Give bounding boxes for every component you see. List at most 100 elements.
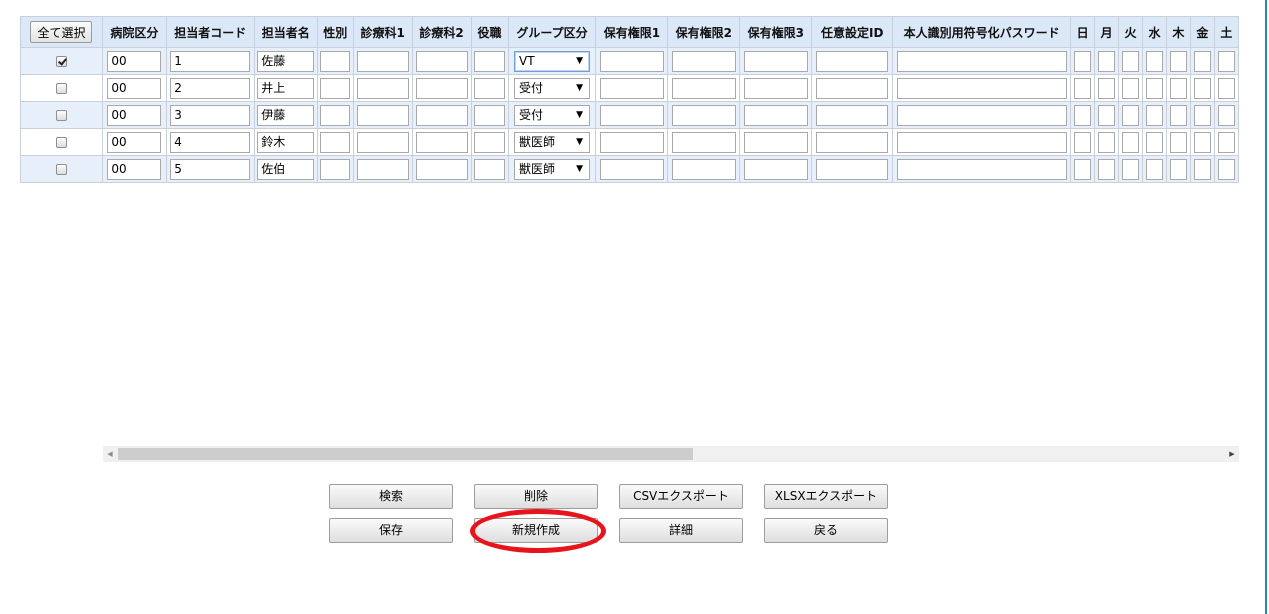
- select-all-button[interactable]: 全て選択: [30, 21, 93, 43]
- perm1-input[interactable]: [599, 50, 664, 72]
- code-input[interactable]: 2: [170, 77, 251, 99]
- perm2-input[interactable]: [671, 50, 736, 72]
- name-input[interactable]: 鈴木: [257, 131, 315, 153]
- hospital-input[interactable]: 00: [107, 50, 162, 72]
- sat-input[interactable]: [1217, 104, 1235, 126]
- position-input[interactable]: [474, 131, 506, 153]
- col-mon-header[interactable]: 月: [1094, 16, 1120, 48]
- hospital-input[interactable]: 00: [107, 104, 162, 126]
- col-tue-header[interactable]: 火: [1118, 16, 1143, 48]
- perm3-input[interactable]: [743, 131, 808, 153]
- perm3-input[interactable]: [743, 158, 808, 180]
- tue-input[interactable]: [1122, 50, 1140, 72]
- gender-input[interactable]: [320, 77, 351, 99]
- col-gender-header[interactable]: 性別: [316, 16, 354, 48]
- col-sun-header[interactable]: 日: [1070, 16, 1096, 48]
- sun-input[interactable]: [1074, 77, 1092, 99]
- name-input[interactable]: 井上: [257, 77, 315, 99]
- perm1-input[interactable]: [599, 77, 664, 99]
- sun-input[interactable]: [1074, 131, 1092, 153]
- xlsx-export-button[interactable]: XLSXエクスポート: [764, 484, 888, 509]
- dept2-input[interactable]: [415, 158, 468, 180]
- row-checkbox[interactable]: [55, 110, 67, 121]
- perm3-input[interactable]: [743, 104, 808, 126]
- col-thu-header[interactable]: 木: [1165, 16, 1191, 48]
- hospital-input[interactable]: 00: [107, 77, 162, 99]
- sun-input[interactable]: [1074, 50, 1092, 72]
- password-input[interactable]: [896, 50, 1067, 72]
- back-button[interactable]: 戻る: [764, 518, 888, 543]
- col-group-header[interactable]: グループ区分: [507, 16, 597, 48]
- row-checkbox[interactable]: [55, 56, 67, 67]
- fri-input[interactable]: [1193, 77, 1211, 99]
- col-password-header[interactable]: 本人識別用符号化パスワード: [892, 16, 1072, 48]
- sat-input[interactable]: [1217, 158, 1235, 180]
- horizontal-scrollbar[interactable]: ◀ ▶: [103, 446, 1239, 462]
- sun-input[interactable]: [1074, 158, 1092, 180]
- dept1-input[interactable]: [356, 77, 409, 99]
- name-input[interactable]: 伊藤: [257, 104, 315, 126]
- name-input[interactable]: 佐藤: [257, 50, 315, 72]
- col-position-header[interactable]: 役職: [470, 16, 509, 48]
- mon-input[interactable]: [1098, 104, 1116, 126]
- mon-input[interactable]: [1098, 50, 1116, 72]
- group-select[interactable]: VT ▼: [513, 50, 590, 72]
- perm2-input[interactable]: [671, 131, 736, 153]
- search-button[interactable]: 検索: [329, 484, 453, 509]
- code-input[interactable]: 3: [170, 104, 251, 126]
- col-name-header[interactable]: 担当者名: [253, 16, 318, 48]
- tue-input[interactable]: [1122, 104, 1140, 126]
- wed-input[interactable]: [1145, 104, 1163, 126]
- hospital-input[interactable]: 00: [107, 131, 162, 153]
- dept1-input[interactable]: [356, 50, 409, 72]
- thu-input[interactable]: [1169, 131, 1187, 153]
- mon-input[interactable]: [1098, 158, 1116, 180]
- perm1-input[interactable]: [599, 158, 664, 180]
- dept2-input[interactable]: [415, 50, 468, 72]
- col-fri-header[interactable]: 金: [1189, 16, 1215, 48]
- gender-input[interactable]: [320, 50, 351, 72]
- custom-id-input[interactable]: [816, 50, 889, 72]
- custom-id-input[interactable]: [816, 104, 889, 126]
- position-input[interactable]: [474, 50, 506, 72]
- name-input[interactable]: 佐伯: [257, 158, 315, 180]
- dept2-input[interactable]: [415, 104, 468, 126]
- position-input[interactable]: [474, 104, 506, 126]
- col-code-header[interactable]: 担当者コード: [165, 16, 255, 48]
- tue-input[interactable]: [1122, 131, 1140, 153]
- mon-input[interactable]: [1098, 77, 1116, 99]
- col-perm2-header[interactable]: 保有権限2: [667, 16, 741, 48]
- perm3-input[interactable]: [743, 50, 808, 72]
- gender-input[interactable]: [320, 104, 351, 126]
- perm2-input[interactable]: [671, 158, 736, 180]
- wed-input[interactable]: [1145, 158, 1163, 180]
- col-custom-id-header[interactable]: 任意設定ID: [811, 16, 894, 48]
- password-input[interactable]: [896, 158, 1067, 180]
- perm3-input[interactable]: [743, 77, 808, 99]
- custom-id-input[interactable]: [816, 158, 889, 180]
- dept2-input[interactable]: [415, 131, 468, 153]
- position-input[interactable]: [474, 77, 506, 99]
- group-select[interactable]: 受付 ▼: [513, 77, 590, 99]
- row-checkbox[interactable]: [55, 164, 67, 175]
- col-wed-header[interactable]: 水: [1142, 16, 1167, 48]
- col-sat-header[interactable]: 土: [1213, 16, 1239, 48]
- csv-export-button[interactable]: CSVエクスポート: [619, 484, 743, 509]
- thu-input[interactable]: [1169, 77, 1187, 99]
- mon-input[interactable]: [1098, 131, 1116, 153]
- thu-input[interactable]: [1169, 50, 1187, 72]
- dept2-input[interactable]: [415, 77, 468, 99]
- dept1-input[interactable]: [356, 131, 409, 153]
- sat-input[interactable]: [1217, 77, 1235, 99]
- col-hospital-header[interactable]: 病院区分: [101, 16, 167, 48]
- col-dept2-header[interactable]: 診療科2: [411, 16, 472, 48]
- fri-input[interactable]: [1193, 50, 1211, 72]
- fri-input[interactable]: [1193, 131, 1211, 153]
- sat-input[interactable]: [1217, 131, 1235, 153]
- fri-input[interactable]: [1193, 158, 1211, 180]
- password-input[interactable]: [896, 77, 1067, 99]
- dept1-input[interactable]: [356, 158, 409, 180]
- save-button[interactable]: 保存: [329, 518, 453, 543]
- thu-input[interactable]: [1169, 104, 1187, 126]
- wed-input[interactable]: [1145, 50, 1163, 72]
